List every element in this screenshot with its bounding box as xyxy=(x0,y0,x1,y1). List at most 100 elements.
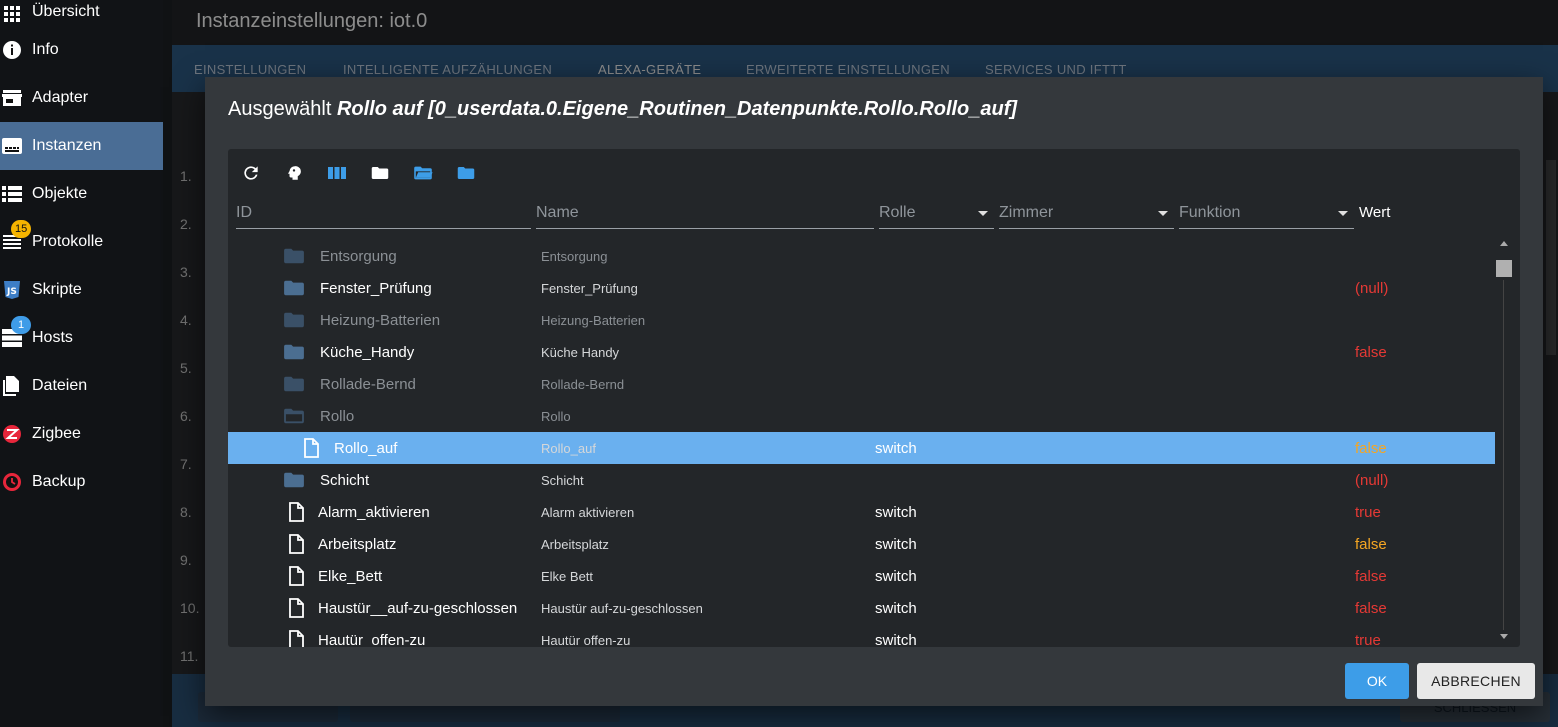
id-filter-input[interactable]: ID xyxy=(236,201,531,229)
object-name: Fenster_Prüfung xyxy=(541,281,638,296)
sidebar-item-label: Protokolle xyxy=(32,233,104,250)
folder-icon xyxy=(283,311,305,329)
object-id: Fenster_Prüfung xyxy=(320,280,432,297)
object-role: switch xyxy=(875,440,917,457)
zigbee-icon xyxy=(2,424,22,444)
role-filter-label: Rolle xyxy=(879,204,916,221)
object-role: switch xyxy=(875,568,917,585)
file-icon xyxy=(288,566,310,586)
chevron-down-icon xyxy=(1158,211,1168,216)
notification-badge: 1 xyxy=(11,316,31,334)
object-role: switch xyxy=(875,632,917,647)
sidebar-item-dateien[interactable]: Dateien xyxy=(0,362,163,410)
file-icon xyxy=(288,598,310,618)
sidebar-item-zigbee[interactable]: Zigbee xyxy=(0,410,163,458)
object-id: Hautür_offen-zu xyxy=(318,632,426,647)
instances-icon xyxy=(2,136,22,156)
folder-icon xyxy=(283,247,305,265)
object-role: switch xyxy=(875,600,917,617)
sidebar-item--bersicht[interactable]: Übersicht xyxy=(0,0,163,26)
tree-row[interactable]: Entsorgung Entsorgung xyxy=(228,240,1495,272)
object-value: (null) xyxy=(1355,280,1389,297)
folder-icon xyxy=(283,375,305,393)
object-id: Heizung-Batterien xyxy=(320,312,441,329)
tree-row[interactable]: Elke_Bett Elke Bett switch false xyxy=(228,560,1495,592)
collapse-all-folder-icon[interactable] xyxy=(455,162,477,184)
scroll-down-icon[interactable] xyxy=(1500,634,1508,639)
sidebar-item-instanzen[interactable]: Instanzen xyxy=(0,122,163,170)
dialog-title-prefix: Ausgewählt xyxy=(228,98,332,120)
sidebar-item-hosts[interactable]: Hosts 1 xyxy=(0,314,163,362)
sidebar-item-label: Instanzen xyxy=(32,137,102,154)
sidebar-item-skripte[interactable]: JS Skripte xyxy=(0,266,163,314)
tree-scrollbar[interactable] xyxy=(1496,235,1512,645)
object-name: Arbeitsplatz xyxy=(541,537,609,552)
object-name: Rollo xyxy=(541,409,571,424)
sidebar-item-label: Backup xyxy=(32,473,86,490)
tree-row[interactable]: Arbeitsplatz Arbeitsplatz switch false xyxy=(228,528,1495,560)
list-icon xyxy=(2,184,22,204)
sidebar-item-label: Objekte xyxy=(32,185,88,202)
object-id: Schicht xyxy=(320,472,370,489)
info-icon xyxy=(2,40,22,60)
js-icon: JS xyxy=(2,280,22,300)
file-icon xyxy=(288,534,310,554)
object-value: false xyxy=(1355,600,1387,617)
tree-row[interactable]: Schicht Schicht (null) xyxy=(228,464,1495,496)
object-id: Rollade-Bernd xyxy=(320,376,416,393)
object-name: Küche Handy xyxy=(541,345,620,360)
scroll-track xyxy=(1503,280,1504,630)
sidebar: Übersicht Info Adapter Instanzen Objekte Prot… xyxy=(0,0,163,727)
sidebar-item-label: Zigbee xyxy=(32,425,81,442)
object-id: Arbeitsplatz xyxy=(318,536,397,553)
dialog-title: Ausgewählt Rollo auf [0_userdata.0.Eigen… xyxy=(228,98,1017,121)
tree-row[interactable]: Rollade-Bernd Rollade-Bernd xyxy=(228,368,1495,400)
room-filter-select[interactable]: Zimmer xyxy=(999,201,1174,229)
sidebar-item-adapter[interactable]: Adapter xyxy=(0,74,163,122)
object-id: Alarm_aktivieren xyxy=(318,504,430,521)
tree-row[interactable]: Rollo Rollo xyxy=(228,400,1495,432)
sidebar-item-backup[interactable]: Backup xyxy=(0,458,163,506)
scroll-up-icon[interactable] xyxy=(1500,241,1508,246)
store-icon xyxy=(2,88,22,108)
object-value: false xyxy=(1355,536,1387,553)
tree-row[interactable]: Fenster_Prüfung Fenster_Prüfung (null) xyxy=(228,272,1495,304)
object-name: Schicht xyxy=(541,473,584,488)
scroll-thumb[interactable] xyxy=(1496,260,1512,277)
folder-icon[interactable] xyxy=(369,162,391,184)
object-role: switch xyxy=(875,536,917,553)
folder-icon xyxy=(283,343,305,361)
object-role: switch xyxy=(875,504,917,521)
sidebar-item-label: Hosts xyxy=(32,329,73,346)
sidebar-item-info[interactable]: Info xyxy=(0,26,163,74)
object-id: Entsorgung xyxy=(320,248,397,265)
function-filter-select[interactable]: Funktion xyxy=(1179,201,1354,229)
expand-all-folder-icon[interactable] xyxy=(412,162,434,184)
tree-row[interactable]: Hautür_offen-zu Hautür offen-zu switch true xyxy=(228,624,1495,647)
tree-row[interactable]: Heizung-Batterien Heizung-Batterien xyxy=(228,304,1495,336)
dialog-title-selection: Rollo auf [0_userdata.0.Eigene_Routinen_… xyxy=(336,98,1018,120)
tree-row[interactable]: Rollo_auf Rollo_auf switch false xyxy=(228,432,1495,464)
role-filter-select[interactable]: Rolle xyxy=(879,201,994,229)
tree-row[interactable]: Alarm_aktivieren Alarm aktivieren switch tr… xyxy=(228,496,1495,528)
refresh-icon[interactable] xyxy=(240,162,262,184)
ok-button[interactable]: OK xyxy=(1345,663,1409,699)
object-value: false xyxy=(1355,440,1387,457)
name-filter-input[interactable]: Name xyxy=(536,201,874,229)
cancel-button[interactable]: ABBRECHEN xyxy=(1417,663,1535,699)
sidebar-item-objekte[interactable]: Objekte xyxy=(0,170,163,218)
folder-open-icon xyxy=(283,407,305,425)
chevron-down-icon xyxy=(978,211,988,216)
sidebar-item-label: Übersicht xyxy=(32,3,100,20)
files-icon xyxy=(2,376,22,396)
tree-row[interactable]: Küche_Handy Küche Handy false xyxy=(228,336,1495,368)
expert-mode-head-icon[interactable] xyxy=(283,162,305,184)
object-name: Elke Bett xyxy=(541,569,594,584)
object-name: Haustür auf-zu-geschlossen xyxy=(541,601,703,616)
columns-icon[interactable] xyxy=(326,162,348,184)
sidebar-item-protokolle[interactable]: Protokolle 15 xyxy=(0,218,163,266)
sidebar-item-label: Dateien xyxy=(32,377,88,394)
object-name: Hautür offen-zu xyxy=(541,633,631,647)
tree-row[interactable]: Haustür__auf-zu-geschlossen Haustür auf-z… xyxy=(228,592,1495,624)
object-browser: ID Name Rolle Zimmer Funktion Wert Entso… xyxy=(228,149,1520,647)
